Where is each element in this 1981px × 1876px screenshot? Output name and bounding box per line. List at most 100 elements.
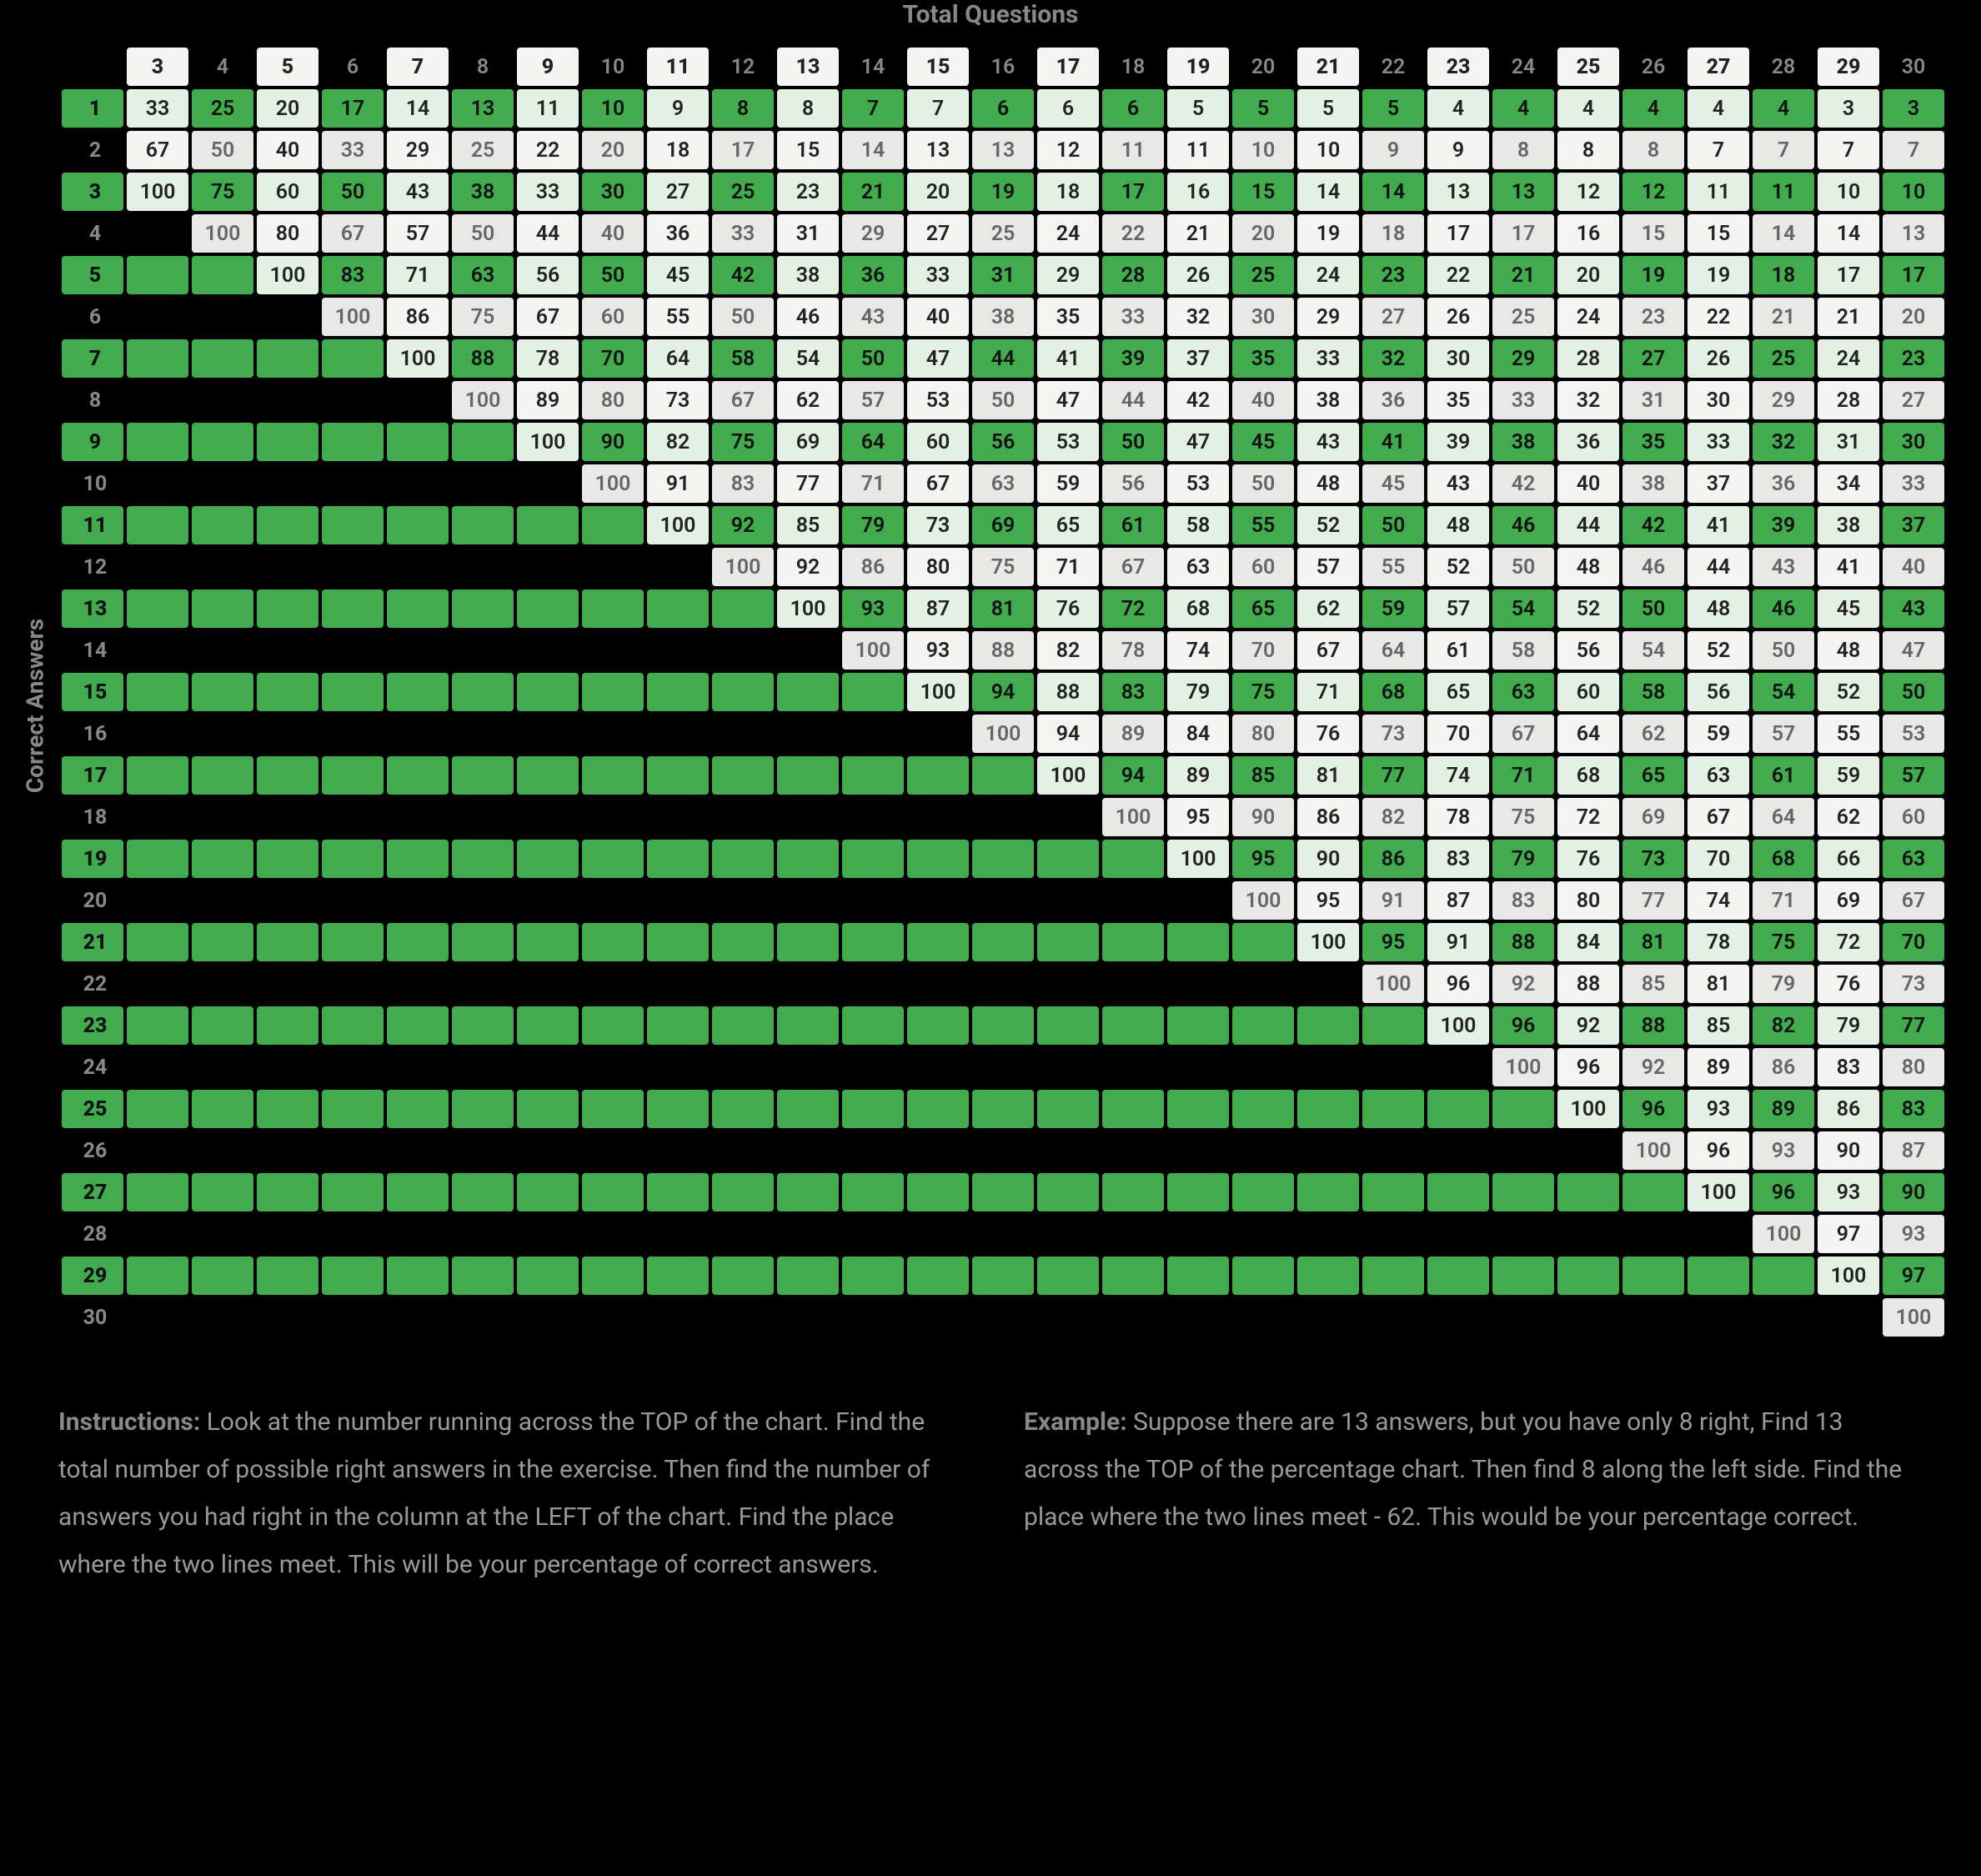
row-header: 20	[62, 881, 123, 920]
row-header: 18	[62, 798, 123, 836]
table-cell: 70	[1232, 631, 1294, 670]
table-cell	[257, 339, 318, 378]
table-cell: 44	[1102, 381, 1164, 419]
table-cell	[1167, 1006, 1229, 1045]
table-cell: 41	[1818, 548, 1879, 586]
table-cell: 45	[1362, 464, 1424, 503]
table-cell: 60	[257, 173, 318, 211]
table-cell: 100	[777, 589, 839, 628]
table-cell: 88	[1492, 923, 1554, 961]
table-cell: 75	[1232, 673, 1294, 711]
table-cell: 80	[907, 548, 969, 586]
table-cell	[1427, 1173, 1489, 1211]
table-cell: 92	[712, 506, 774, 544]
table-cell	[1688, 1298, 1749, 1337]
table-cell	[192, 1090, 253, 1128]
table-cell: 17	[322, 89, 384, 128]
table-cell: 33	[907, 256, 969, 294]
table-cell: 76	[1037, 589, 1099, 628]
table-cell	[517, 923, 579, 961]
table-cell	[257, 1173, 318, 1211]
table-cell	[257, 1090, 318, 1128]
percentage-table: 3456789101112131415161718192021222324252…	[58, 44, 1948, 1340]
table-cell: 18	[1362, 214, 1424, 253]
table-cell	[127, 631, 188, 670]
table-cell	[1427, 1298, 1489, 1337]
table-cell: 29	[387, 131, 449, 169]
table-cell: 100	[907, 673, 969, 711]
table-cell: 39	[1753, 506, 1814, 544]
table-cell	[257, 1006, 318, 1045]
table-cell: 50	[582, 256, 644, 294]
table-cell: 8	[777, 89, 839, 128]
table-cell: 8	[1557, 131, 1619, 169]
table-cell: 5	[1232, 89, 1294, 128]
table-cell: 90	[582, 423, 644, 461]
table-cell: 11	[1688, 173, 1749, 211]
table-cell: 56	[1557, 631, 1619, 670]
table-cell	[842, 715, 904, 753]
row-header: 28	[62, 1215, 123, 1253]
table-cell: 85	[777, 506, 839, 544]
table-cell	[1037, 881, 1099, 920]
table-cell	[192, 1298, 253, 1337]
table-cell	[1167, 923, 1229, 961]
col-header: 14	[842, 48, 904, 86]
table-cell: 95	[1232, 840, 1294, 878]
table-cell: 96	[1427, 965, 1489, 1003]
table-cell	[517, 589, 579, 628]
table-cell: 55	[1362, 548, 1424, 586]
table-cell	[322, 381, 384, 419]
table-cell	[127, 840, 188, 878]
table-cell	[777, 1131, 839, 1170]
table-cell	[192, 631, 253, 670]
table-cell	[322, 339, 384, 378]
table-cell	[907, 1131, 969, 1170]
table-cell: 33	[322, 131, 384, 169]
table-cell	[907, 798, 969, 836]
table-cell	[257, 1131, 318, 1170]
table-cell	[842, 1006, 904, 1045]
table-cell	[712, 1173, 774, 1211]
table-cell	[582, 589, 644, 628]
table-cell	[1427, 1090, 1489, 1128]
table-cell: 73	[907, 506, 969, 544]
table-cell: 11	[1167, 131, 1229, 169]
table-cell: 57	[387, 214, 449, 253]
table-cell: 7	[1688, 131, 1749, 169]
table-cell	[1557, 1298, 1619, 1337]
table-cell	[322, 798, 384, 836]
table-cell: 82	[1753, 1006, 1814, 1045]
table-cell	[1688, 1257, 1749, 1295]
table-cell: 39	[1427, 423, 1489, 461]
row-header: 14	[62, 631, 123, 670]
table-cell: 92	[1492, 965, 1554, 1003]
table-cell: 82	[647, 423, 709, 461]
table-cell: 33	[127, 89, 188, 128]
table-cell: 94	[1102, 756, 1164, 795]
row-header: 9	[62, 423, 123, 461]
table-cell: 50	[1492, 548, 1554, 586]
table-cell: 100	[582, 464, 644, 503]
table-cell: 63	[1688, 756, 1749, 795]
table-cell	[712, 631, 774, 670]
table-cell	[1362, 1215, 1424, 1253]
table-cell	[322, 1090, 384, 1128]
table-cell: 20	[1883, 298, 1944, 336]
table-cell	[257, 673, 318, 711]
table-cell	[1167, 1298, 1229, 1337]
table-cell: 64	[1753, 798, 1814, 836]
table-cell	[972, 1090, 1034, 1128]
table-cell	[842, 965, 904, 1003]
table-cell: 10	[1232, 131, 1294, 169]
table-cell: 28	[1102, 256, 1164, 294]
table-cell: 78	[517, 339, 579, 378]
table-cell	[712, 589, 774, 628]
table-cell	[322, 631, 384, 670]
table-cell: 25	[1232, 256, 1294, 294]
table-cell: 52	[1297, 506, 1359, 544]
table-cell	[1167, 1048, 1229, 1086]
row-header: 5	[62, 256, 123, 294]
table-cell	[257, 965, 318, 1003]
table-cell	[907, 756, 969, 795]
